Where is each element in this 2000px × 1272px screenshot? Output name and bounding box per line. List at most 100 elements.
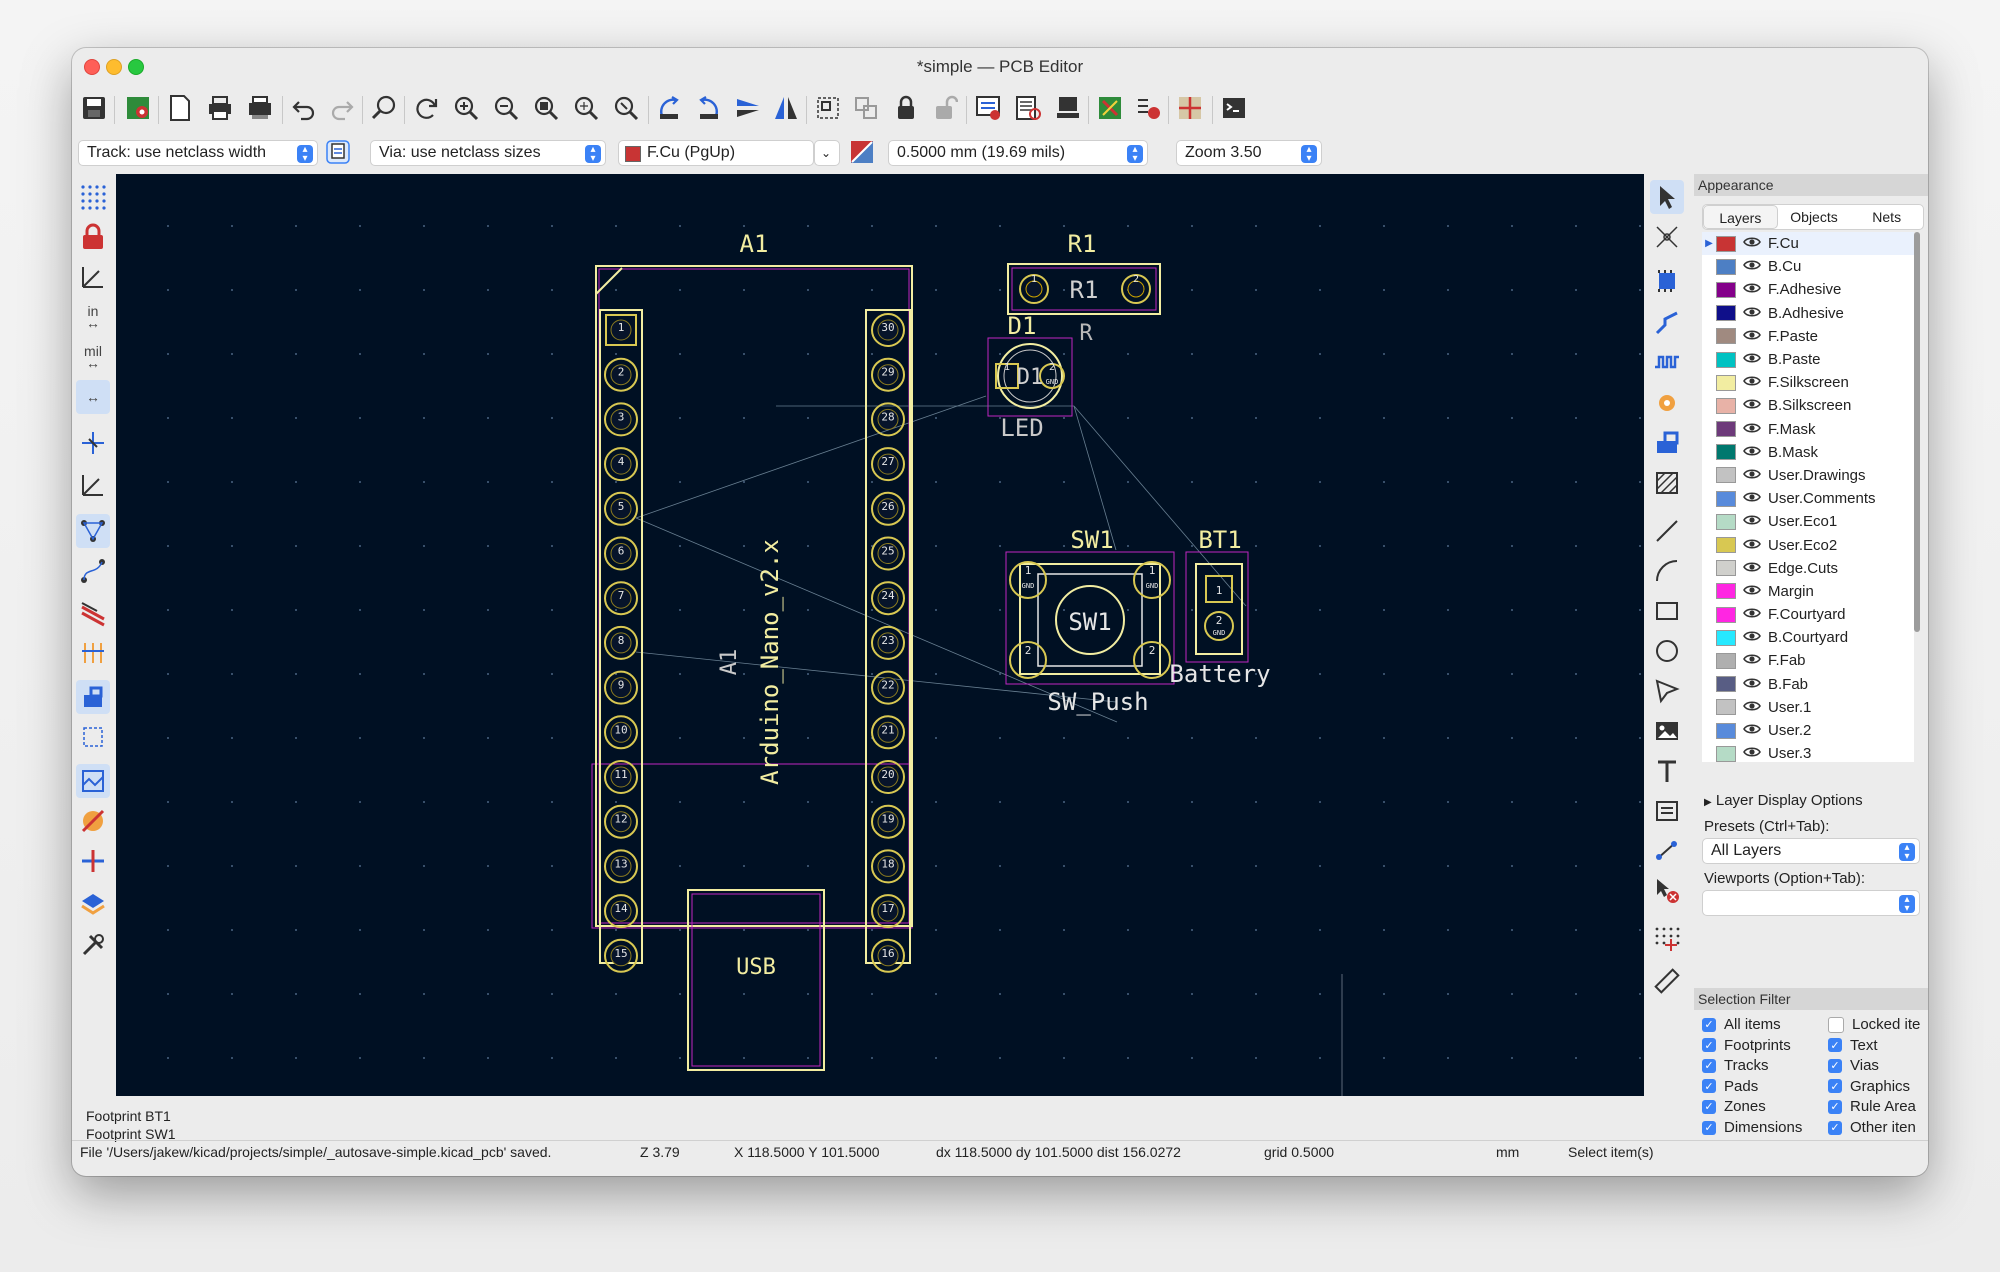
redo-icon[interactable] xyxy=(326,92,358,124)
track-outline-icon[interactable] xyxy=(76,596,110,630)
rotate-ccw-icon[interactable] xyxy=(654,92,686,124)
layer-color-swatch[interactable] xyxy=(1716,652,1736,669)
visibility-eye-icon[interactable] xyxy=(1742,281,1762,298)
pad[interactable]: 25 xyxy=(871,536,905,571)
layer-row[interactable]: F.Courtyard xyxy=(1702,603,1914,626)
zoom-in-icon[interactable] xyxy=(450,92,482,124)
refresh-icon[interactable] xyxy=(410,92,442,124)
lock-grid-icon[interactable] xyxy=(76,220,110,254)
filter-checkbox[interactable]: ✓ Vias xyxy=(1828,1057,1879,1074)
pad[interactable]: 21 xyxy=(871,715,905,750)
netlist-icon[interactable] xyxy=(972,92,1004,124)
pad[interactable]: 10 xyxy=(604,715,638,750)
add-dimension-icon[interactable] xyxy=(1650,834,1684,868)
layer-row[interactable]: User.Comments xyxy=(1702,487,1914,510)
visibility-eye-icon[interactable] xyxy=(1742,467,1762,484)
layer-row[interactable]: B.Fab xyxy=(1702,673,1914,696)
units-mm-icon[interactable]: ↔ xyxy=(76,380,110,414)
layer-color-swatch[interactable] xyxy=(1716,351,1736,368)
local-ratsnest-icon[interactable] xyxy=(1650,220,1684,254)
visibility-eye-icon[interactable] xyxy=(1742,629,1762,646)
track-width-select[interactable]: Track: use netclass width ▴ ▾ xyxy=(78,140,318,166)
layer-row[interactable]: B.Cu xyxy=(1702,255,1914,278)
measure-tool-icon[interactable] xyxy=(1650,964,1684,998)
pad[interactable]: 26 xyxy=(871,491,905,526)
visibility-eye-icon[interactable] xyxy=(1742,652,1762,669)
layer-color-swatch[interactable] xyxy=(1716,328,1736,345)
plot-icon[interactable] xyxy=(244,92,276,124)
layers-manager-icon[interactable] xyxy=(76,888,110,922)
edit-pre-defined-sizes-icon[interactable] xyxy=(322,136,354,168)
layer-color-swatch[interactable] xyxy=(1716,421,1736,438)
grid-display-icon[interactable] xyxy=(76,180,110,214)
viewports-select[interactable]: ▴ ▾ xyxy=(1702,890,1920,916)
layer-row[interactable]: Edge.Cuts xyxy=(1702,557,1914,580)
filter-checkbox[interactable]: ✓ Tracks xyxy=(1702,1057,1768,1074)
layer-color-swatch[interactable] xyxy=(1716,281,1736,298)
add-rule-area-icon[interactable] xyxy=(1650,466,1684,500)
draw-arc-icon[interactable] xyxy=(1650,554,1684,588)
add-via-icon[interactable] xyxy=(1650,386,1684,420)
layer-row[interactable]: F.Silkscreen xyxy=(1702,371,1914,394)
net-highlight-icon[interactable] xyxy=(76,844,110,878)
ratsnest-icon[interactable] xyxy=(76,514,110,548)
layer-color-swatch[interactable] xyxy=(1716,444,1736,461)
layer-row[interactable]: User.3 xyxy=(1702,742,1914,762)
visibility-eye-icon[interactable] xyxy=(1742,513,1762,530)
draw-rectangle-icon[interactable] xyxy=(1650,594,1684,628)
pad[interactable]: 17 xyxy=(871,894,905,929)
group-icon[interactable] xyxy=(812,92,844,124)
layer-row[interactable]: User.2 xyxy=(1702,719,1914,742)
measure-angle-icon[interactable] xyxy=(76,468,110,502)
layer-select[interactable]: F.Cu (PgUp) xyxy=(618,140,814,166)
undo-icon[interactable] xyxy=(288,92,320,124)
draw-line-icon[interactable] xyxy=(1650,514,1684,548)
presets-select[interactable]: All Layers ▴ ▾ xyxy=(1702,838,1920,864)
via-size-select[interactable]: Via: use netclass sizes ▴ ▾ xyxy=(370,140,606,166)
mirror-icon[interactable] xyxy=(770,92,802,124)
filter-checkbox[interactable]: ✓ All items xyxy=(1702,1016,1781,1033)
layer-row[interactable]: F.Adhesive xyxy=(1702,278,1914,301)
draw-circle-icon[interactable] xyxy=(1650,634,1684,668)
visibility-eye-icon[interactable] xyxy=(1742,421,1762,438)
units-mils-icon[interactable]: mil ↔ xyxy=(76,340,110,374)
route-icon[interactable] xyxy=(1174,92,1206,124)
visibility-eye-icon[interactable] xyxy=(1742,745,1762,762)
visibility-eye-icon[interactable] xyxy=(1742,351,1762,368)
pad[interactable]: 2 xyxy=(604,357,638,392)
filter-checkbox[interactable]: ✓ Text xyxy=(1828,1037,1878,1054)
visibility-eye-icon[interactable] xyxy=(1742,676,1762,693)
pad[interactable]: 30 xyxy=(871,313,905,347)
pad[interactable]: 16 xyxy=(871,938,905,973)
pad[interactable]: 9 xyxy=(604,670,638,705)
filter-checkbox[interactable]: ✓ Other iten xyxy=(1828,1119,1916,1136)
layer-color-swatch[interactable] xyxy=(1716,629,1736,646)
pad[interactable]: 15 xyxy=(604,938,638,973)
layer-row[interactable]: Margin xyxy=(1702,580,1914,603)
layer-pair-icon[interactable] xyxy=(846,136,878,168)
pad[interactable]: 22 xyxy=(871,670,905,705)
zoom-out-icon[interactable] xyxy=(490,92,522,124)
filter-checkbox[interactable]: ✓ Pads xyxy=(1702,1078,1758,1095)
unlock-icon[interactable] xyxy=(928,92,960,124)
pcb-canvas[interactable]: USB A1 Arduino_Nano_v2.x A1 1 2 3 4 5 6 7 8 9 10 1… xyxy=(116,174,1644,1096)
pad[interactable]: 29 xyxy=(871,357,905,392)
visibility-eye-icon[interactable] xyxy=(1742,583,1762,600)
layer-color-swatch[interactable] xyxy=(1716,258,1736,275)
filled-zones-icon[interactable] xyxy=(76,680,110,714)
visibility-eye-icon[interactable] xyxy=(1742,328,1762,345)
layer-row[interactable]: User.1 xyxy=(1702,696,1914,719)
filter-checkbox[interactable]: ✓ Zones xyxy=(1702,1098,1766,1115)
pad[interactable]: 19 xyxy=(871,804,905,839)
layer-color-swatch[interactable] xyxy=(1716,537,1736,554)
tab-objects[interactable]: Objects xyxy=(1778,205,1851,229)
layer-row[interactable]: F.Mask xyxy=(1702,418,1914,441)
layer-row[interactable]: B.Paste xyxy=(1702,348,1914,371)
chevron-down-icon[interactable]: ⌄ xyxy=(814,140,840,166)
layer-color-swatch[interactable] xyxy=(1716,722,1736,739)
layers-scrollbar[interactable] xyxy=(1914,232,1920,632)
flip-icon[interactable] xyxy=(732,92,764,124)
layer-color-swatch[interactable] xyxy=(1716,397,1736,414)
filter-checkbox[interactable]: ✓ Dimensions xyxy=(1702,1119,1802,1136)
pad[interactable]: 20 xyxy=(871,760,905,794)
